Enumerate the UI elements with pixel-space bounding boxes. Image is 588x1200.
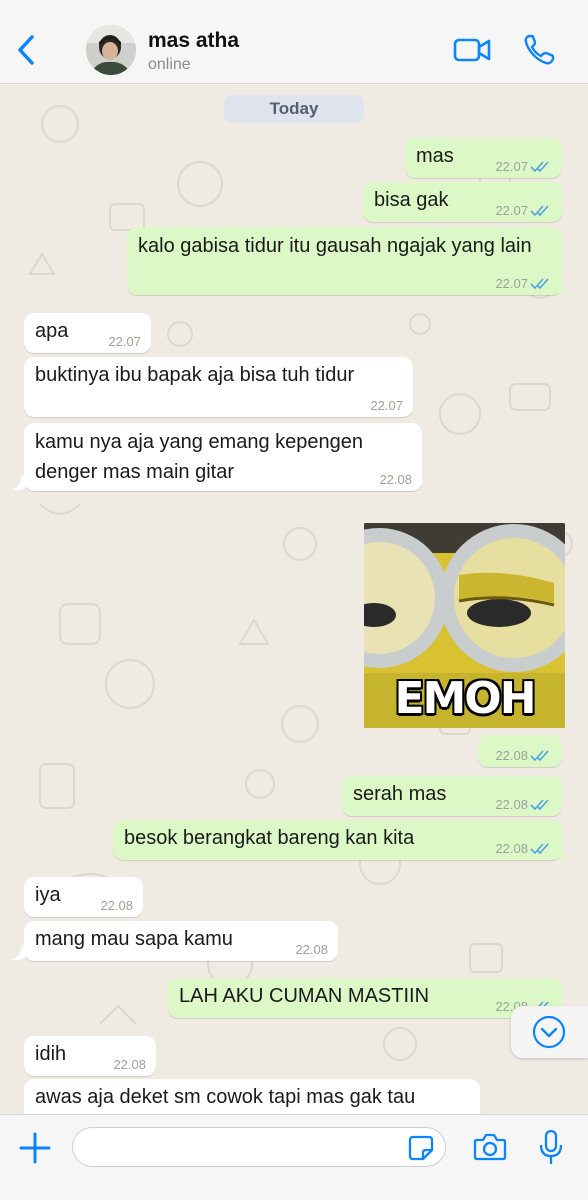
bubble-tail	[12, 945, 26, 961]
message-list[interactable]: Today mas 22.07 bisa gak 22.07 kalo gabi…	[0, 84, 588, 1114]
message-time: 22.08	[495, 748, 528, 763]
message-text: idih	[35, 1043, 67, 1065]
contact-name[interactable]: mas atha	[148, 29, 239, 53]
message-bubble-outgoing[interactable]: 22.08	[478, 735, 562, 767]
message-time: 22.07	[495, 203, 528, 218]
message-bubble-outgoing[interactable]: serah mas 22.08	[342, 776, 562, 816]
image-caption: EMOH	[394, 673, 536, 724]
message-text: serah mas	[353, 783, 447, 805]
message-text: kamu nya aja yang emang kepengen denger …	[35, 431, 364, 483]
message-bubble-incoming[interactable]: mang mau sapa kamu 22.08	[24, 921, 338, 961]
message-bubble-outgoing[interactable]: mas 22.07	[405, 138, 562, 178]
message-time: 22.07	[370, 398, 403, 413]
chat-header: mas atha online	[0, 0, 588, 84]
message-bubble-incoming[interactable]: kamu nya aja yang emang kepengen denger …	[24, 423, 422, 491]
phone-icon[interactable]	[522, 33, 556, 67]
message-input[interactable]	[72, 1127, 446, 1167]
message-text: besok berangkat bareng kan kita	[124, 827, 415, 849]
message-time: 22.07	[495, 159, 528, 174]
message-input-bar	[0, 1114, 588, 1200]
image-message[interactable]: EMOH	[364, 523, 565, 728]
message-bubble-incoming[interactable]: awas aja deket sm cowok tapi mas gak tau	[24, 1079, 480, 1114]
message-time: 22.08	[495, 797, 528, 812]
date-separator: Today	[224, 95, 364, 123]
message-text: kalo gabisa tidur itu gausah ngajak yang…	[138, 235, 532, 257]
message-bubble-incoming[interactable]: iya 22.08	[24, 877, 143, 917]
read-ticks-icon	[530, 278, 549, 290]
message-time: 22.08	[495, 841, 528, 856]
message-bubble-outgoing[interactable]: LAH AKU CUMAN MASTIIN 22.08	[168, 978, 562, 1018]
bubble-tail	[556, 279, 570, 295]
message-bubble-outgoing[interactable]: bisa gak 22.07	[363, 182, 562, 222]
bubble-tail	[556, 844, 570, 860]
plus-icon[interactable]	[18, 1131, 52, 1165]
message-text: bisa gak	[374, 189, 449, 211]
scroll-to-bottom-button[interactable]	[511, 1006, 588, 1058]
message-text: LAH AKU CUMAN MASTIIN	[179, 985, 430, 1007]
message-text: buktinya ibu bapak aja bisa tuh tidur	[35, 364, 355, 386]
message-bubble-outgoing[interactable]: kalo gabisa tidur itu gausah ngajak yang…	[127, 227, 562, 295]
message-bubble-incoming[interactable]: buktinya ibu bapak aja bisa tuh tidur 22…	[24, 357, 413, 417]
message-text: mas	[416, 145, 454, 167]
message-time: 22.07	[108, 334, 141, 349]
message-text: awas aja deket sm cowok tapi mas gak tau	[35, 1086, 416, 1108]
avatar[interactable]	[86, 25, 136, 75]
read-ticks-icon	[530, 799, 549, 811]
bubble-tail	[12, 475, 26, 491]
read-ticks-icon	[530, 843, 549, 855]
microphone-icon[interactable]	[538, 1129, 564, 1165]
message-bubble-outgoing[interactable]: besok berangkat bareng kan kita 22.08	[113, 820, 562, 860]
message-time: 22.07	[495, 276, 528, 291]
message-bubble-incoming[interactable]: apa 22.07	[24, 313, 151, 353]
message-time: 22.08	[379, 472, 412, 487]
message-text: apa	[35, 320, 69, 342]
camera-icon[interactable]	[473, 1132, 507, 1162]
message-text: mang mau sapa kamu	[35, 928, 233, 950]
read-ticks-icon	[530, 205, 549, 217]
message-text: iya	[35, 884, 61, 906]
sticker-icon[interactable]	[408, 1135, 434, 1161]
read-ticks-icon	[530, 750, 549, 762]
video-camera-icon[interactable]	[453, 36, 491, 64]
chevron-left-icon[interactable]	[12, 30, 42, 70]
message-time: 22.08	[295, 942, 328, 957]
contact-status: online	[148, 56, 191, 73]
chevron-down-circle-icon	[532, 1015, 566, 1049]
message-time: 22.08	[113, 1057, 146, 1072]
message-time: 22.08	[100, 898, 133, 913]
message-bubble-incoming[interactable]: idih 22.08	[24, 1036, 156, 1076]
read-ticks-icon	[530, 161, 549, 173]
